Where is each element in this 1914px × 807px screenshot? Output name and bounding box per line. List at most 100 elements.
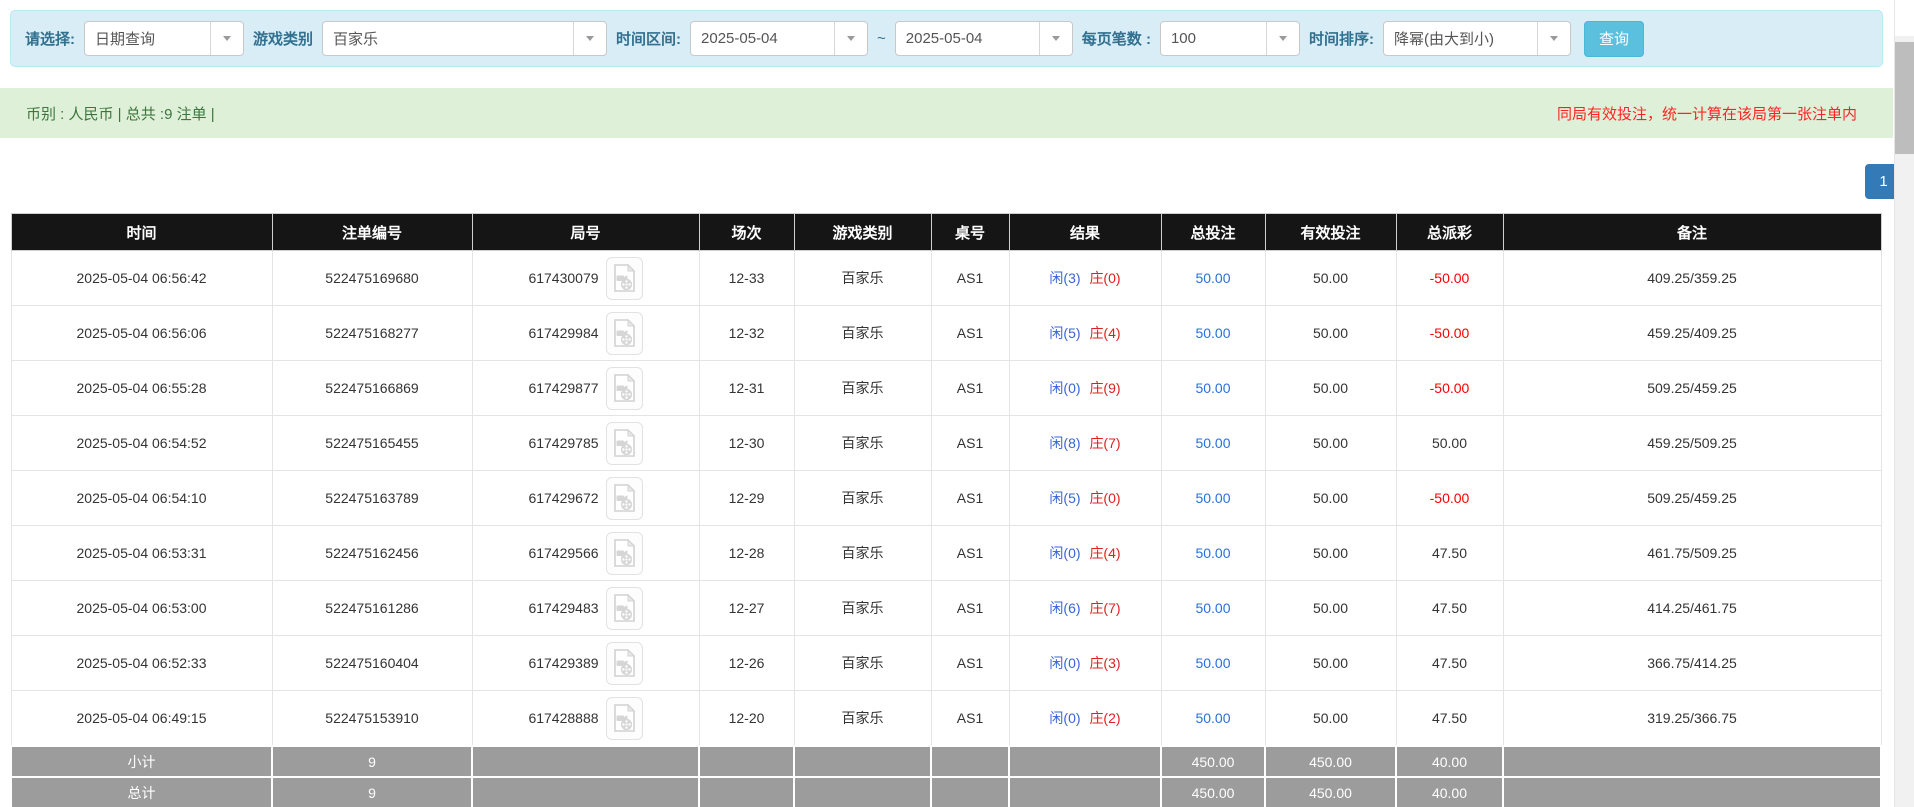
cell-bet-id: 522475161286 <box>272 581 472 636</box>
date-from-select[interactable]: 2025-05-04 <box>690 21 868 56</box>
subtotal-valid-bet: 450.00 <box>1265 746 1396 777</box>
query-type-select[interactable]: 日期查询 <box>84 21 244 56</box>
cell-table-id: AS1 <box>931 416 1009 471</box>
cell-payout: -50.00 <box>1396 361 1503 416</box>
video-replay-button[interactable] <box>606 312 643 355</box>
chevron-down-icon[interactable] <box>210 22 243 55</box>
cell-payout: -50.00 <box>1396 471 1503 526</box>
cell-round-id: 617429785 <box>472 416 699 471</box>
total-bet-link[interactable]: 50.00 <box>1195 710 1230 726</box>
total-bet-link[interactable]: 50.00 <box>1195 600 1230 616</box>
video-replay-button[interactable] <box>606 257 643 300</box>
cell-valid-bet: 50.00 <box>1265 526 1396 581</box>
cell-valid-bet: 50.00 <box>1265 416 1396 471</box>
time-sort-select[interactable]: 降幂(由大到小) <box>1383 21 1571 56</box>
chevron-down-icon[interactable] <box>1266 22 1299 55</box>
total-total-bet: 450.00 <box>1161 777 1265 807</box>
result-banker: 庄(4) <box>1089 325 1120 341</box>
cell-time: 2025-05-04 06:56:06 <box>11 306 272 361</box>
total-label: 总计 <box>11 777 272 807</box>
total-bet-link[interactable]: 50.00 <box>1195 435 1230 451</box>
total-bet-link[interactable]: 50.00 <box>1195 325 1230 341</box>
cell-session: 12-33 <box>699 251 794 306</box>
total-bet-link[interactable]: 50.00 <box>1195 655 1230 671</box>
cell-remark: 366.75/414.25 <box>1503 636 1881 691</box>
table-row: 2025-05-04 06:53:00 522475161286 6174294… <box>11 581 1881 636</box>
scrollbar-track[interactable] <box>1895 36 1914 807</box>
total-bet-link[interactable]: 50.00 <box>1195 490 1230 506</box>
scrollbar[interactable] <box>1894 0 1914 807</box>
chevron-down-icon[interactable] <box>1537 22 1570 55</box>
cell-valid-bet: 50.00 <box>1265 361 1396 416</box>
result-player: 闲(0) <box>1049 710 1080 726</box>
result-player: 闲(6) <box>1049 600 1080 616</box>
column-header: 备注 <box>1503 214 1881 251</box>
scrollbar-thumb[interactable] <box>1895 42 1914 154</box>
cell-game-type: 百家乐 <box>794 361 931 416</box>
cell-time: 2025-05-04 06:49:15 <box>11 691 272 747</box>
column-header: 时间 <box>11 214 272 251</box>
video-replay-button[interactable] <box>606 587 643 630</box>
total-valid-bet: 450.00 <box>1265 777 1396 807</box>
cell-remark: 509.25/459.25 <box>1503 471 1881 526</box>
video-replay-button[interactable] <box>606 477 643 520</box>
cell-remark: 409.25/359.25 <box>1503 251 1881 306</box>
time-sort-label: 时间排序: <box>1309 28 1374 49</box>
cell-session: 12-30 <box>699 416 794 471</box>
cell-table-id: AS1 <box>931 471 1009 526</box>
video-replay-icon <box>612 428 636 458</box>
chevron-down-icon[interactable] <box>834 22 867 55</box>
video-replay-button[interactable] <box>606 367 643 410</box>
video-replay-button[interactable] <box>606 697 643 740</box>
date-to-value: 2025-05-04 <box>896 30 993 47</box>
table-row: 2025-05-04 06:56:42 522475169680 6174300… <box>11 251 1881 306</box>
game-type-select[interactable]: 百家乐 <box>322 21 607 56</box>
query-button[interactable]: 查询 <box>1584 21 1644 57</box>
cell-time: 2025-05-04 06:55:28 <box>11 361 272 416</box>
table-row: 2025-05-04 06:54:52 522475165455 6174297… <box>11 416 1881 471</box>
subtotal-row: 小计 9 450.00 450.00 40.00 <box>11 746 1881 777</box>
cell-payout: 47.50 <box>1396 526 1503 581</box>
result-banker: 庄(7) <box>1089 600 1120 616</box>
video-replay-button[interactable] <box>606 422 643 465</box>
cell-payout: -50.00 <box>1396 306 1503 361</box>
cell-round-id: 617430079 <box>472 251 699 306</box>
result-banker: 庄(7) <box>1089 435 1120 451</box>
time-range-label: 时间区间: <box>616 28 681 49</box>
result-banker: 庄(4) <box>1089 545 1120 561</box>
query-type-value: 日期查询 <box>85 28 165 49</box>
total-bet-link[interactable]: 50.00 <box>1195 380 1230 396</box>
cell-valid-bet: 50.00 <box>1265 636 1396 691</box>
pagination: 1 <box>0 164 1902 199</box>
video-replay-icon <box>612 483 636 513</box>
result-player: 闲(0) <box>1049 655 1080 671</box>
total-bet-link[interactable]: 50.00 <box>1195 270 1230 286</box>
cell-result: 闲(0) 庄(2) <box>1009 691 1161 747</box>
video-replay-button[interactable] <box>606 642 643 685</box>
column-header: 桌号 <box>931 214 1009 251</box>
chevron-down-icon[interactable] <box>1039 22 1072 55</box>
table-row: 2025-05-04 06:49:15 522475153910 6174288… <box>11 691 1881 747</box>
total-bet-link[interactable]: 50.00 <box>1195 545 1230 561</box>
cell-round-id: 617429984 <box>472 306 699 361</box>
cell-table-id: AS1 <box>931 306 1009 361</box>
cell-round-id: 617429389 <box>472 636 699 691</box>
round-id-text: 617429877 <box>528 380 598 396</box>
result-banker: 庄(9) <box>1089 380 1120 396</box>
page: 请选择: 日期查询 游戏类别 百家乐 时间区间: 2025-05-04 ~ 20… <box>0 0 1914 807</box>
currency-total-text: 币别 : 人民币 | 总共 :9 注单 | <box>26 103 215 124</box>
cell-valid-bet: 50.00 <box>1265 471 1396 526</box>
page-size-select[interactable]: 100 <box>1160 21 1300 56</box>
video-replay-button[interactable] <box>606 532 643 575</box>
date-to-select[interactable]: 2025-05-04 <box>895 21 1073 56</box>
video-replay-icon <box>612 648 636 678</box>
cell-result: 闲(3) 庄(0) <box>1009 251 1161 306</box>
empty-cell <box>931 746 1009 777</box>
cell-result: 闲(0) 庄(3) <box>1009 636 1161 691</box>
round-id-text: 617429672 <box>528 490 598 506</box>
cell-result: 闲(0) 庄(4) <box>1009 526 1161 581</box>
cell-total-bet: 50.00 <box>1161 251 1265 306</box>
empty-cell <box>1009 746 1161 777</box>
cell-game-type: 百家乐 <box>794 306 931 361</box>
chevron-down-icon[interactable] <box>573 22 606 55</box>
